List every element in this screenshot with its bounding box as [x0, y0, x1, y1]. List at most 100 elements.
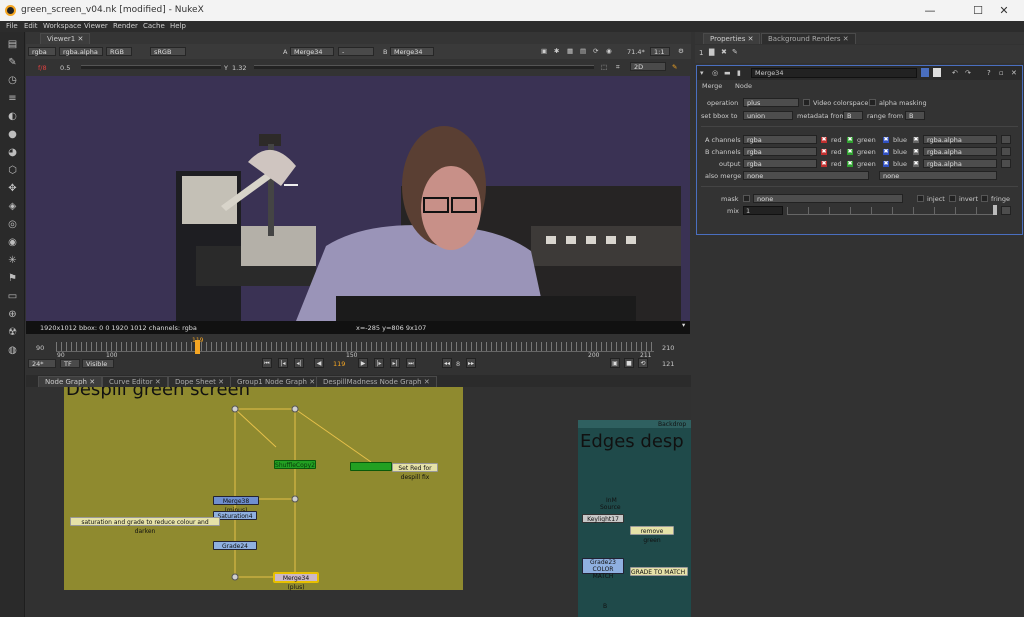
time-icon[interactable]: ◷ — [6, 74, 19, 87]
b-channels-select[interactable]: rgba — [743, 147, 817, 156]
node-shufflecopy1[interactable] — [350, 462, 392, 471]
out-blue-checkbox[interactable]: ✖ — [883, 161, 889, 167]
crop-icon[interactable]: ⬚ — [601, 63, 607, 71]
node-remove-green[interactable]: remove green — [630, 526, 674, 544]
settings-icon[interactable]: ⚙ — [678, 47, 684, 55]
menu-viewer[interactable]: Viewer — [84, 22, 108, 30]
goto-start-button[interactable]: ⏮ — [262, 358, 272, 368]
tab-viewer1[interactable]: Viewer1 ✕ — [40, 33, 91, 44]
collapse-icon[interactable]: ▾ — [700, 69, 704, 77]
redo-icon[interactable]: ↷ — [965, 69, 971, 77]
gamma-slider[interactable] — [254, 65, 594, 69]
tab-node-graph[interactable]: Node Graph ✕ — [38, 376, 103, 387]
refresh-icon[interactable]: ⟳ — [593, 47, 598, 55]
note-saturation[interactable]: saturation and grade to reduce colour an… — [70, 517, 220, 535]
max-panels-field[interactable]: 1 — [699, 49, 703, 57]
a-alpha-select[interactable]: rgba.alpha — [923, 135, 997, 144]
output-select[interactable]: rgba — [743, 159, 817, 168]
range-select[interactable]: B — [905, 111, 925, 120]
next-keyframe-button[interactable]: ▸| — [390, 358, 400, 368]
invert-checkbox[interactable] — [949, 195, 956, 202]
b-red-checkbox[interactable]: ✖ — [821, 149, 827, 155]
viewer-canvas[interactable] — [26, 76, 690, 321]
a-channels-menu-button[interactable] — [1001, 135, 1011, 144]
out-green-checkbox[interactable]: ✖ — [847, 161, 853, 167]
b-green-checkbox[interactable]: ✖ — [847, 149, 853, 155]
viewer-icon[interactable]: ▬ — [724, 69, 731, 77]
a-green-checkbox[interactable]: ✖ — [847, 137, 853, 143]
plugins-icon[interactable]: ◍ — [6, 344, 19, 357]
play-forward-button[interactable]: ▶ — [358, 358, 368, 368]
note-grade-to-match[interactable]: GRADE TO MATCH B — [630, 567, 688, 576]
play-backward-button[interactable]: ◀ — [314, 358, 324, 368]
a-blue-checkbox[interactable]: ✖ — [883, 137, 889, 143]
node-color-swatch[interactable] — [921, 68, 929, 77]
filter-icon[interactable]: ● — [6, 128, 19, 141]
tab-background-renders[interactable]: Background Renders ✕ — [761, 33, 856, 44]
colorspace-select[interactable]: sRGB — [150, 47, 186, 56]
fstop-readout[interactable]: f/8 — [38, 64, 47, 72]
furnace-icon[interactable]: ⊕ — [6, 308, 19, 321]
a-alpha-checkbox[interactable]: ✖ — [913, 137, 919, 143]
overscan-icon[interactable]: ⌗ — [616, 63, 620, 72]
channel-icon[interactable]: ≡ — [6, 92, 19, 105]
mix-animation-button[interactable] — [1001, 206, 1011, 215]
channels-select[interactable]: rgba — [28, 47, 56, 56]
also-merge-select[interactable]: none — [743, 171, 869, 180]
inject-checkbox[interactable] — [917, 195, 924, 202]
a-channels-select[interactable]: rgba — [743, 135, 817, 144]
output-menu-button[interactable] — [1001, 159, 1011, 168]
timeline-end[interactable]: 210 — [662, 344, 674, 352]
also-merge2-select[interactable]: none — [879, 171, 997, 180]
timeline-ruler[interactable] — [56, 342, 654, 352]
bbox-select[interactable]: union — [743, 111, 793, 120]
roi-icon[interactable]: ▣ — [541, 47, 547, 55]
clear-panels-icon[interactable]: ✖ — [721, 48, 727, 56]
menu-cache[interactable]: Cache — [143, 22, 165, 30]
gl-color-swatch[interactable] — [933, 68, 941, 77]
range-visible-select[interactable]: Visible — [82, 359, 114, 368]
float-icon[interactable]: ▫ — [999, 69, 1004, 77]
mix-field[interactable]: 1 — [743, 206, 783, 215]
subtab-node[interactable]: Node — [735, 82, 752, 90]
ab-mode-select[interactable]: - — [338, 47, 374, 56]
color-picker-icon[interactable]: ▮ — [737, 69, 741, 77]
prev-frame-button[interactable]: ◂| — [294, 358, 304, 368]
gamma-readout[interactable]: 1.32 — [232, 64, 246, 72]
b-blue-checkbox[interactable]: ✖ — [883, 149, 889, 155]
flipbook-button[interactable]: ▣ — [610, 358, 620, 368]
b-alpha-select[interactable]: rgba.alpha — [923, 147, 997, 156]
alpha-masking-checkbox[interactable] — [869, 99, 876, 106]
mix-slider[interactable] — [787, 207, 997, 215]
brush-icon[interactable]: ✎ — [672, 63, 677, 71]
out-red-checkbox[interactable]: ✖ — [821, 161, 827, 167]
fringe-checkbox[interactable] — [981, 195, 988, 202]
menu-file[interactable]: File — [6, 22, 18, 30]
out-alpha-select[interactable]: rgba.alpha — [923, 159, 997, 168]
ratio-select[interactable]: 1:1 — [650, 47, 670, 56]
tab-dope-sheet[interactable]: Dope Sheet ✕ — [168, 376, 231, 387]
tab-despillmadness-node-graph[interactable]: DespillMadness Node Graph ✕ — [316, 376, 437, 387]
timeline-start[interactable]: 90 — [36, 344, 44, 352]
goto-end-button[interactable]: ⏭ — [406, 358, 416, 368]
stop-button[interactable]: ■ — [624, 358, 634, 368]
current-frame-field[interactable]: 119 — [333, 360, 345, 368]
node-shufflecopy2[interactable]: ShuffleCopy2 — [274, 460, 316, 469]
clip-warning-icon[interactable]: ✱ — [554, 47, 559, 55]
tab-group1-node-graph[interactable]: Group1 Node Graph ✕ — [230, 376, 323, 387]
metadata-select[interactable]: B — [843, 111, 863, 120]
other-icon[interactable]: ▭ — [6, 290, 19, 303]
operation-select[interactable]: plus — [743, 98, 799, 107]
toolsets-icon[interactable]: ⚑ — [6, 272, 19, 285]
subtab-merge[interactable]: Merge — [702, 82, 722, 90]
step-increment[interactable]: 8 — [456, 360, 460, 368]
fps-select[interactable]: 24* — [28, 359, 56, 368]
step-back-button[interactable]: ◂◂ — [442, 358, 452, 368]
tab-curve-editor[interactable]: Curve Editor ✕ — [102, 376, 168, 387]
node-keylight17[interactable]: Keylight17 — [582, 514, 624, 523]
keyer-icon[interactable]: ◕ — [6, 146, 19, 159]
node-graph-canvas[interactable]: Despill green screen ShuffleCopy2 Set Re… — [26, 387, 691, 617]
out-alpha-checkbox[interactable]: ✖ — [913, 161, 919, 167]
color-icon[interactable]: ◐ — [6, 110, 19, 123]
next-frame-button[interactable]: |▸ — [374, 358, 384, 368]
